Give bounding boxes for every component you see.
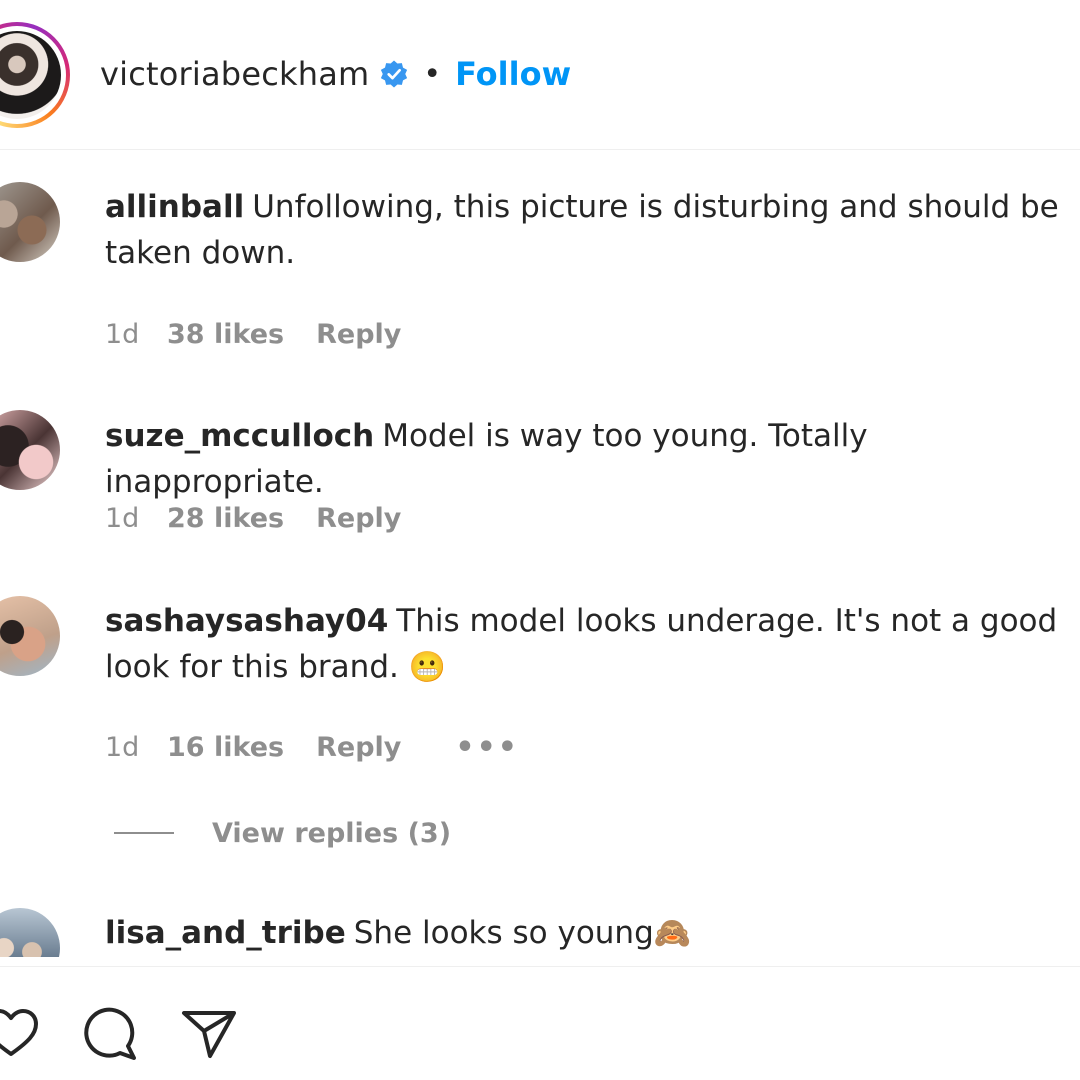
heart-icon[interactable] xyxy=(0,1004,40,1062)
commenter-avatar[interactable] xyxy=(0,908,60,957)
action-bar xyxy=(0,966,1080,1080)
instagram-post-comments: victoriabeckham • Follow allinball Unfoll… xyxy=(0,0,1080,1080)
comment-body: lisa_and_tribe She looks so young🙈 xyxy=(105,910,1065,957)
comment-icon[interactable] xyxy=(80,1004,138,1062)
comment-text: She looks so young xyxy=(353,915,654,951)
comments-scroll-area[interactable]: lisa_and_tribe She looks so young🙈 xyxy=(0,0,1080,957)
share-icon[interactable] xyxy=(180,1004,238,1062)
see-no-evil-monkey-emoji-icon: 🙈 xyxy=(653,916,692,951)
commenter-username[interactable]: lisa_and_tribe xyxy=(105,915,346,951)
